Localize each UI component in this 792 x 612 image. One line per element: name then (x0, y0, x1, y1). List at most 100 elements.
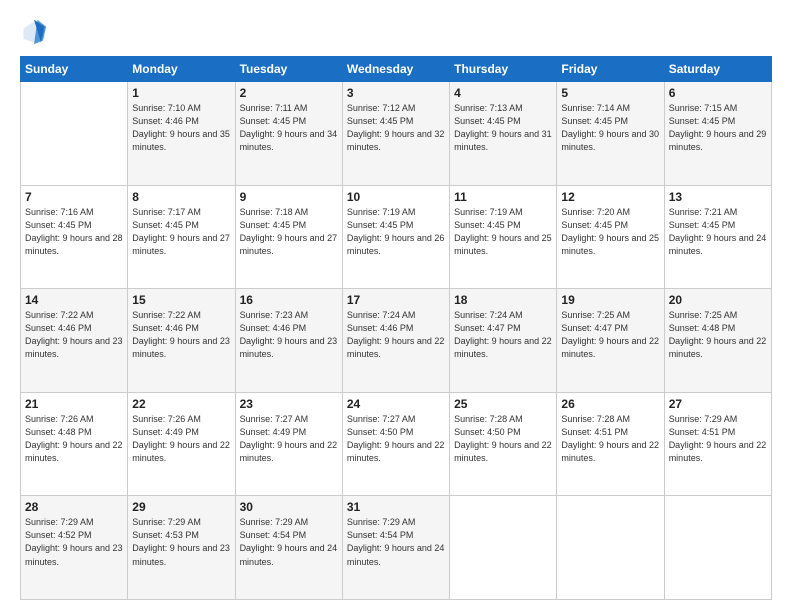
calendar-day-cell: 26 Sunrise: 7:28 AMSunset: 4:51 PMDayligh… (557, 392, 664, 496)
calendar-day-cell: 8 Sunrise: 7:17 AMSunset: 4:45 PMDaylight… (128, 185, 235, 289)
day-info: Sunrise: 7:16 AMSunset: 4:45 PMDaylight:… (25, 206, 123, 258)
day-info: Sunrise: 7:24 AMSunset: 4:47 PMDaylight:… (454, 309, 552, 361)
calendar-day-cell: 29 Sunrise: 7:29 AMSunset: 4:53 PMDayligh… (128, 496, 235, 600)
calendar-day-cell: 5Sunrise: 7:14 AMSunset: 4:45 PMDaylight… (557, 82, 664, 186)
day-number: 14 (25, 293, 123, 307)
day-info: Sunrise: 7:29 AMSunset: 4:52 PMDaylight:… (25, 516, 123, 568)
day-info: Sunrise: 7:23 AMSunset: 4:46 PMDaylight:… (240, 309, 338, 361)
calendar-day-cell: 16Sunrise: 7:23 AMSunset: 4:46 PMDayligh… (235, 289, 342, 393)
weekday-header-cell: Friday (557, 57, 664, 82)
calendar-day-cell: 9 Sunrise: 7:18 AMSunset: 4:45 PMDaylight… (235, 185, 342, 289)
calendar-day-cell: 27 Sunrise: 7:29 AMSunset: 4:51 PMDayligh… (664, 392, 771, 496)
weekday-header-cell: Tuesday (235, 57, 342, 82)
calendar-day-cell: 28 Sunrise: 7:29 AMSunset: 4:52 PMDayligh… (21, 496, 128, 600)
day-number: 15 (132, 293, 230, 307)
calendar-day-cell: 11 Sunrise: 7:19 AMSunset: 4:45 PMDayligh… (450, 185, 557, 289)
day-info: Sunrise: 7:28 AMSunset: 4:51 PMDaylight:… (561, 413, 659, 465)
calendar-day-cell: 14 Sunrise: 7:22 AMSunset: 4:46 PMDayligh… (21, 289, 128, 393)
day-number: 1 (132, 86, 230, 100)
calendar-day-cell: 30 Sunrise: 7:29 AMSunset: 4:54 PMDayligh… (235, 496, 342, 600)
day-info: Sunrise: 7:27 AMSunset: 4:49 PMDaylight:… (240, 413, 338, 465)
day-info: Sunrise: 7:24 AMSunset: 4:46 PMDaylight:… (347, 309, 445, 361)
weekday-header-cell: Sunday (21, 57, 128, 82)
day-info: Sunrise: 7:20 AMSunset: 4:45 PMDaylight:… (561, 206, 659, 258)
day-info: Sunrise: 7:10 AMSunset: 4:46 PMDaylight:… (132, 102, 230, 154)
day-number: 11 (454, 190, 552, 204)
day-info: Sunrise: 7:14 AMSunset: 4:45 PMDaylight:… (561, 102, 659, 154)
page: SundayMondayTuesdayWednesdayThursdayFrid… (0, 0, 792, 612)
calendar-day-cell: 24Sunrise: 7:27 AMSunset: 4:50 PMDayligh… (342, 392, 449, 496)
day-number: 4 (454, 86, 552, 100)
day-number: 20 (669, 293, 767, 307)
weekday-header-cell: Monday (128, 57, 235, 82)
day-number: 26 (561, 397, 659, 411)
calendar-day-cell: 4 Sunrise: 7:13 AMSunset: 4:45 PMDaylight… (450, 82, 557, 186)
calendar-day-cell: 12 Sunrise: 7:20 AMSunset: 4:45 PMDayligh… (557, 185, 664, 289)
day-number: 9 (240, 190, 338, 204)
calendar-day-cell: 6Sunrise: 7:15 AMSunset: 4:45 PMDaylight… (664, 82, 771, 186)
day-info: Sunrise: 7:22 AMSunset: 4:46 PMDaylight:… (132, 309, 230, 361)
calendar-day-cell: 25Sunrise: 7:28 AMSunset: 4:50 PMDayligh… (450, 392, 557, 496)
calendar-day-cell: 17Sunrise: 7:24 AMSunset: 4:46 PMDayligh… (342, 289, 449, 393)
day-number: 24 (347, 397, 445, 411)
day-number: 3 (347, 86, 445, 100)
day-number: 27 (669, 397, 767, 411)
day-number: 29 (132, 500, 230, 514)
day-number: 23 (240, 397, 338, 411)
day-info: Sunrise: 7:12 AMSunset: 4:45 PMDaylight:… (347, 102, 445, 154)
top-section (20, 18, 772, 46)
calendar-day-cell: 21 Sunrise: 7:26 AMSunset: 4:48 PMDayligh… (21, 392, 128, 496)
day-info: Sunrise: 7:29 AMSunset: 4:54 PMDaylight:… (240, 516, 338, 568)
day-number: 7 (25, 190, 123, 204)
calendar-week-row: 28 Sunrise: 7:29 AMSunset: 4:52 PMDayligh… (21, 496, 772, 600)
day-info: Sunrise: 7:11 AMSunset: 4:45 PMDaylight:… (240, 102, 338, 154)
calendar-day-cell: 15 Sunrise: 7:22 AMSunset: 4:46 PMDayligh… (128, 289, 235, 393)
day-number: 30 (240, 500, 338, 514)
calendar-day-cell: 31 Sunrise: 7:29 AMSunset: 4:54 PMDayligh… (342, 496, 449, 600)
calendar-day-cell: 3 Sunrise: 7:12 AMSunset: 4:45 PMDaylight… (342, 82, 449, 186)
calendar-day-cell: 20 Sunrise: 7:25 AMSunset: 4:48 PMDayligh… (664, 289, 771, 393)
day-number: 2 (240, 86, 338, 100)
calendar-day-cell: 1 Sunrise: 7:10 AMSunset: 4:46 PMDaylight… (128, 82, 235, 186)
calendar-day-cell: 10 Sunrise: 7:19 AMSunset: 4:45 PMDayligh… (342, 185, 449, 289)
logo (20, 18, 52, 46)
calendar-week-row: 21 Sunrise: 7:26 AMSunset: 4:48 PMDayligh… (21, 392, 772, 496)
day-info: Sunrise: 7:21 AMSunset: 4:45 PMDaylight:… (669, 206, 767, 258)
day-info: Sunrise: 7:25 AMSunset: 4:47 PMDaylight:… (561, 309, 659, 361)
day-info: Sunrise: 7:29 AMSunset: 4:53 PMDaylight:… (132, 516, 230, 568)
day-number: 31 (347, 500, 445, 514)
day-info: Sunrise: 7:22 AMSunset: 4:46 PMDaylight:… (25, 309, 123, 361)
calendar-day-cell (557, 496, 664, 600)
day-number: 8 (132, 190, 230, 204)
day-info: Sunrise: 7:13 AMSunset: 4:45 PMDaylight:… (454, 102, 552, 154)
weekday-header-cell: Saturday (664, 57, 771, 82)
day-info: Sunrise: 7:26 AMSunset: 4:49 PMDaylight:… (132, 413, 230, 465)
calendar-day-cell: 23 Sunrise: 7:27 AMSunset: 4:49 PMDayligh… (235, 392, 342, 496)
day-info: Sunrise: 7:18 AMSunset: 4:45 PMDaylight:… (240, 206, 338, 258)
calendar-day-cell (21, 82, 128, 186)
day-info: Sunrise: 7:19 AMSunset: 4:45 PMDaylight:… (347, 206, 445, 258)
day-info: Sunrise: 7:19 AMSunset: 4:45 PMDaylight:… (454, 206, 552, 258)
calendar-day-cell (450, 496, 557, 600)
calendar-week-row: 14 Sunrise: 7:22 AMSunset: 4:46 PMDayligh… (21, 289, 772, 393)
calendar-table: SundayMondayTuesdayWednesdayThursdayFrid… (20, 56, 772, 600)
weekday-header-cell: Wednesday (342, 57, 449, 82)
day-info: Sunrise: 7:25 AMSunset: 4:48 PMDaylight:… (669, 309, 767, 361)
day-info: Sunrise: 7:17 AMSunset: 4:45 PMDaylight:… (132, 206, 230, 258)
weekday-header-row: SundayMondayTuesdayWednesdayThursdayFrid… (21, 57, 772, 82)
day-number: 12 (561, 190, 659, 204)
calendar-day-cell: 13 Sunrise: 7:21 AMSunset: 4:45 PMDayligh… (664, 185, 771, 289)
day-number: 25 (454, 397, 552, 411)
day-number: 28 (25, 500, 123, 514)
day-info: Sunrise: 7:15 AMSunset: 4:45 PMDaylight:… (669, 102, 767, 154)
day-number: 21 (25, 397, 123, 411)
day-info: Sunrise: 7:29 AMSunset: 4:51 PMDaylight:… (669, 413, 767, 465)
day-number: 22 (132, 397, 230, 411)
day-number: 13 (669, 190, 767, 204)
day-info: Sunrise: 7:29 AMSunset: 4:54 PMDaylight:… (347, 516, 445, 568)
calendar-day-cell (664, 496, 771, 600)
calendar-day-cell: 7 Sunrise: 7:16 AMSunset: 4:45 PMDaylight… (21, 185, 128, 289)
day-info: Sunrise: 7:26 AMSunset: 4:48 PMDaylight:… (25, 413, 123, 465)
day-number: 10 (347, 190, 445, 204)
day-number: 19 (561, 293, 659, 307)
